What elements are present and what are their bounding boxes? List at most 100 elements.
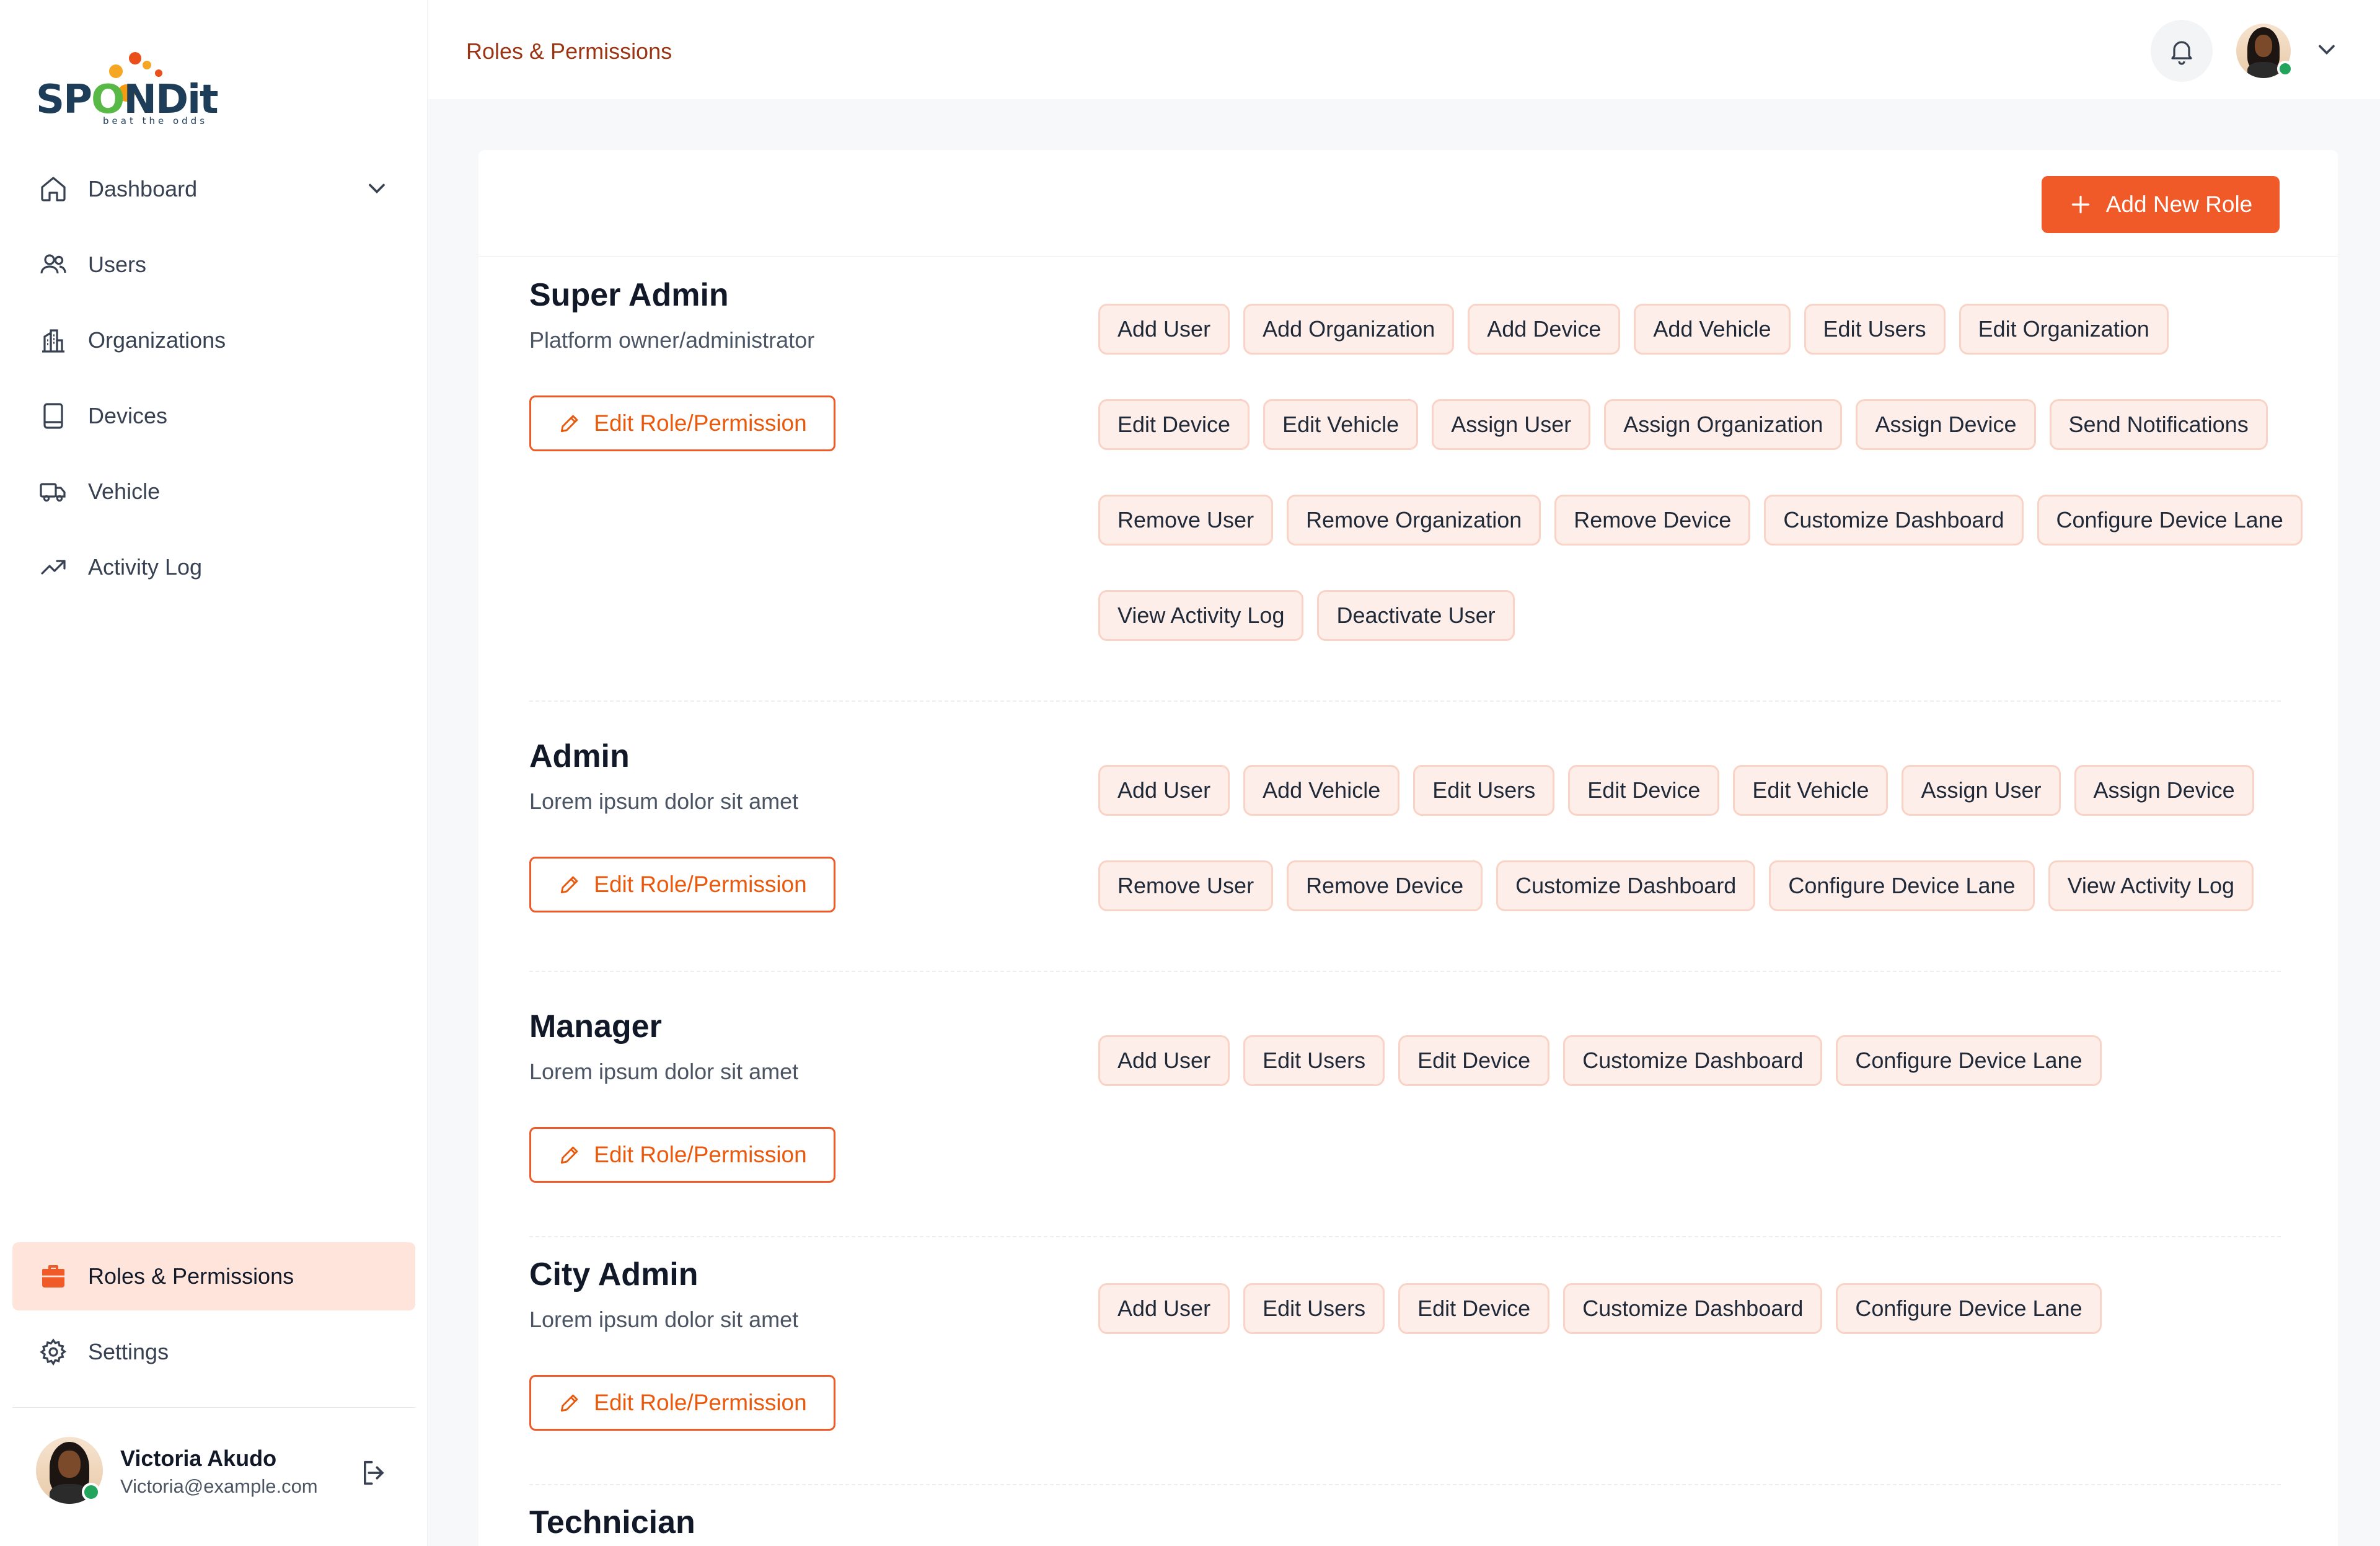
user-profile: Victoria Akudo Victoria@example.com: [36, 1437, 408, 1505]
chevron-down-icon[interactable]: [363, 175, 390, 202]
permission-chip[interactable]: View Activity Log: [1098, 590, 1304, 641]
sidebar-item-label: Activity Log: [88, 554, 203, 580]
sidebar-item-organizations[interactable]: Organizations: [12, 306, 415, 374]
sidebar-item-devices[interactable]: Devices: [12, 382, 415, 450]
role-title: Super Admin: [529, 277, 729, 313]
notifications-button[interactable]: [2151, 20, 2213, 82]
sidebar-item-label: Organizations: [88, 327, 226, 353]
permission-chip[interactable]: Send Notifications: [2049, 399, 2268, 450]
briefcase-icon: [37, 1260, 69, 1292]
permission-chip[interactable]: Remove Device: [1287, 860, 1483, 911]
permission-chip[interactable]: Remove User: [1098, 495, 1274, 546]
permission-chip[interactable]: View Activity Log: [2048, 860, 2254, 911]
permission-chip[interactable]: Edit Vehicle: [1263, 399, 1419, 450]
sidebar-item-roles-permissions[interactable]: Roles & Permissions: [12, 1242, 415, 1310]
sidebar-item-activity-log[interactable]: Activity Log: [12, 533, 415, 601]
permission-chip[interactable]: Add Organization: [1243, 304, 1455, 355]
permission-chip[interactable]: Customize Dashboard: [1563, 1283, 1823, 1334]
bell-icon: [2171, 41, 2192, 65]
main-content: Add New Role Super Admin Platform owner/…: [428, 99, 2380, 1546]
add-new-role-button[interactable]: Add New Role: [2042, 176, 2280, 233]
sidebar-item-label: Devices: [88, 403, 168, 428]
permission-chip[interactable]: Remove User: [1098, 860, 1274, 911]
role-separator: [529, 700, 2281, 702]
permission-chip[interactable]: Add User: [1098, 1283, 1230, 1334]
page-title: Roles & Permissions: [466, 38, 672, 64]
sidebar-nav: Dashboard Users Organizations Devices Ve…: [12, 155, 415, 609]
role-separator: [529, 1484, 2281, 1485]
edit-role-button[interactable]: Edit Role/Permission: [529, 395, 835, 451]
permission-chip[interactable]: Add Vehicle: [1243, 765, 1400, 816]
permission-chip[interactable]: Edit Device: [1098, 399, 1250, 450]
permission-chip[interactable]: Edit Users: [1243, 1035, 1385, 1086]
edit-role-label: Edit Role/Permission: [594, 872, 807, 897]
sidebar: SPONDit beat the odds Dashboard Users Or…: [0, 0, 428, 1546]
truck-icon: [37, 475, 69, 508]
pencil-icon: [561, 415, 578, 433]
card-toolbar: Add New Role: [478, 150, 2338, 257]
logo-tagline: beat the odds: [103, 115, 208, 126]
edit-role-button[interactable]: Edit Role/Permission: [529, 1127, 835, 1183]
online-status-dot: [82, 1483, 100, 1501]
brand-logo[interactable]: SPONDit beat the odds: [36, 47, 222, 134]
permission-chip[interactable]: Add User: [1098, 765, 1230, 816]
permission-chip[interactable]: Customize Dashboard: [1563, 1035, 1823, 1086]
permission-chip[interactable]: Configure Device Lane: [1836, 1035, 2102, 1086]
permission-chip[interactable]: Edit Device: [1398, 1035, 1550, 1086]
permission-chip[interactable]: Add Vehicle: [1634, 304, 1791, 355]
logout-icon[interactable]: [358, 1457, 390, 1489]
permission-chip[interactable]: Remove Organization: [1287, 495, 1541, 546]
permission-chip[interactable]: Edit Users: [1243, 1283, 1385, 1334]
sidebar-item-label: Users: [88, 252, 147, 277]
trend-icon: [37, 551, 69, 583]
permission-chip[interactable]: Configure Device Lane: [1769, 860, 2035, 911]
permission-chip[interactable]: Customize Dashboard: [1764, 495, 2024, 546]
permission-chip[interactable]: Assign User: [1902, 765, 2061, 816]
permission-chip[interactable]: Add User: [1098, 1035, 1230, 1086]
permission-chip[interactable]: Edit Device: [1568, 765, 1720, 816]
role-description: Lorem ipsum dolor sit amet: [529, 1307, 799, 1332]
sidebar-item-label: Vehicle: [88, 479, 161, 504]
home-icon: [37, 173, 69, 205]
permission-chip[interactable]: Edit Vehicle: [1733, 765, 1889, 816]
permission-chip[interactable]: Add Device: [1468, 304, 1621, 355]
permission-chip[interactable]: Edit Organization: [1959, 304, 2169, 355]
permission-chip[interactable]: Deactivate User: [1317, 590, 1515, 641]
permission-chip[interactable]: Configure Device Lane: [2037, 495, 2303, 546]
permission-chip[interactable]: Edit Users: [1804, 304, 1946, 355]
edit-role-button[interactable]: Edit Role/Permission: [529, 1375, 835, 1431]
top-header: Roles & Permissions: [428, 0, 2380, 99]
sidebar-item-users[interactable]: Users: [12, 231, 415, 299]
role-title: Manager: [529, 1009, 662, 1045]
sidebar-item-label: Settings: [88, 1339, 169, 1364]
plus-icon: [2071, 195, 2089, 214]
permission-chip[interactable]: Assign Device: [1856, 399, 2036, 450]
permission-chips: Add User Add Organization Add Device Add…: [1098, 304, 2313, 641]
permission-chip[interactable]: Edit Users: [1413, 765, 1555, 816]
permission-chips: Add User Edit Users Edit Device Customiz…: [1098, 1283, 2313, 1334]
role-title: Technician: [529, 1504, 695, 1540]
user-name: Victoria Akudo: [120, 1446, 277, 1471]
permission-chip[interactable]: Edit Device: [1398, 1283, 1550, 1334]
role-description: Lorem ipsum dolor sit amet: [529, 1059, 799, 1084]
permission-chip[interactable]: Customize Dashboard: [1496, 860, 1756, 911]
role-title: City Admin: [529, 1257, 699, 1292]
permission-chip[interactable]: Assign Organization: [1604, 399, 1843, 450]
roles-card: Add New Role Super Admin Platform owner/…: [478, 150, 2338, 1546]
edit-role-label: Edit Role/Permission: [594, 1142, 807, 1167]
pencil-icon: [561, 876, 578, 894]
permission-chip[interactable]: Configure Device Lane: [1836, 1283, 2102, 1334]
sidebar-item-settings[interactable]: Settings: [12, 1318, 415, 1386]
permission-chip[interactable]: Assign Device: [2074, 765, 2254, 816]
edit-role-button[interactable]: Edit Role/Permission: [529, 857, 835, 912]
users-icon: [37, 249, 69, 281]
sidebar-item-vehicle[interactable]: Vehicle: [12, 457, 415, 526]
permission-chips: Add User Add Vehicle Edit Users Edit Dev…: [1098, 765, 2313, 911]
permission-chip[interactable]: Assign User: [1432, 399, 1591, 450]
sidebar-item-label: Dashboard: [88, 176, 198, 201]
permission-chips: Add User Edit Users Edit Device Customiz…: [1098, 1035, 2313, 1086]
sidebar-item-dashboard[interactable]: Dashboard: [12, 155, 415, 223]
permission-chip[interactable]: Add User: [1098, 304, 1230, 355]
chevron-down-icon[interactable]: [2313, 36, 2340, 63]
permission-chip[interactable]: Remove Device: [1554, 495, 1751, 546]
